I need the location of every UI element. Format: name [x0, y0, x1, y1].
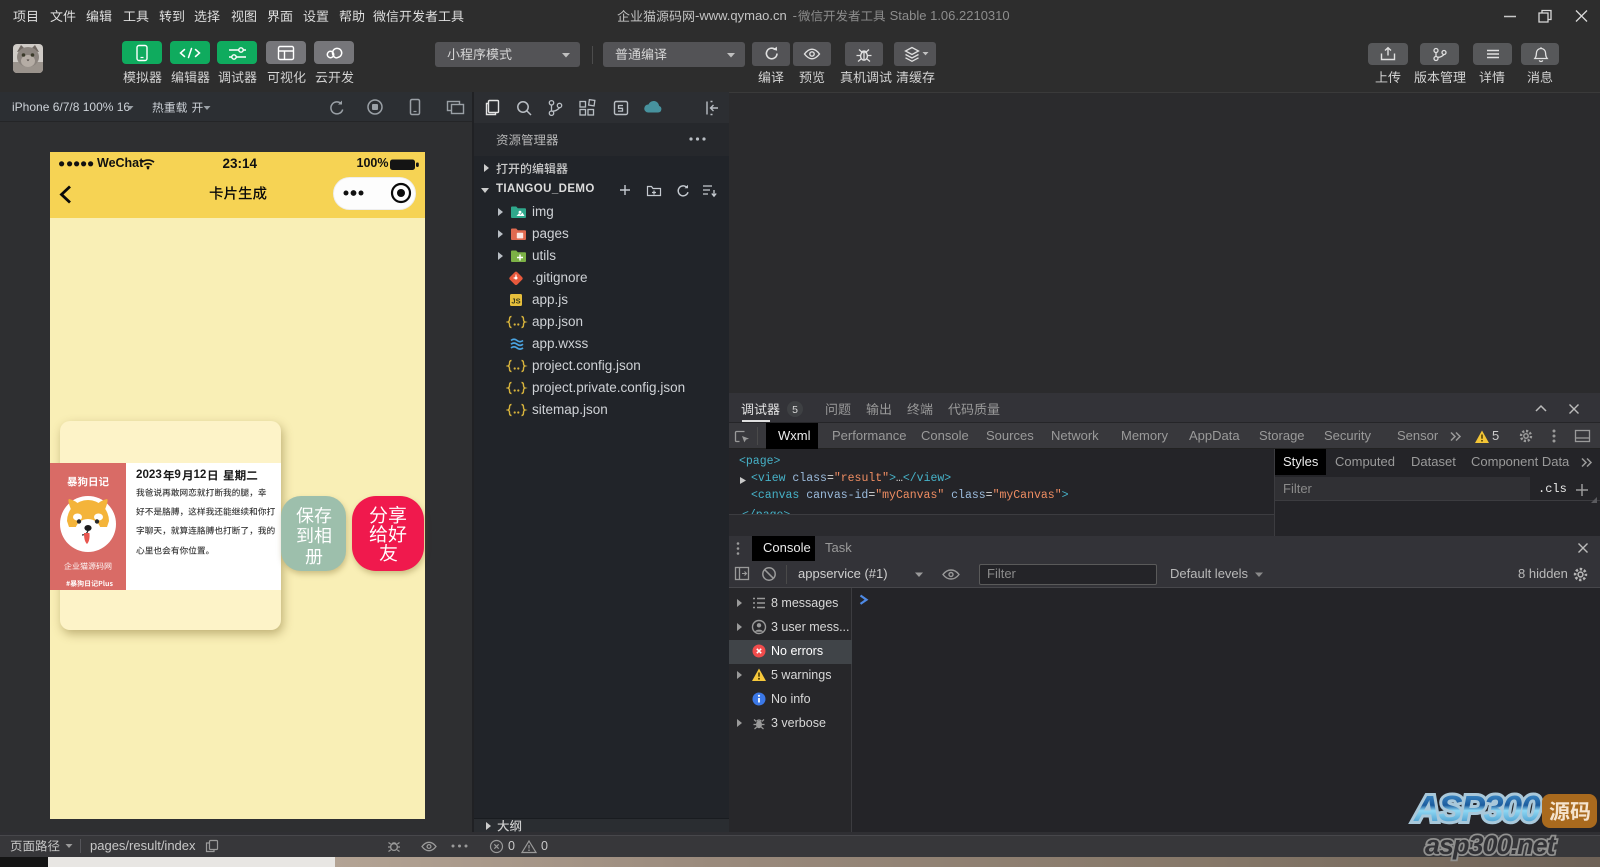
svg-text:ASP300: ASP300 — [1413, 788, 1541, 829]
svg-text:asp300.net: asp300.net — [1425, 830, 1557, 860]
svg-text:JS: JS — [511, 297, 520, 306]
svg-text:5: 5 — [792, 404, 798, 416]
